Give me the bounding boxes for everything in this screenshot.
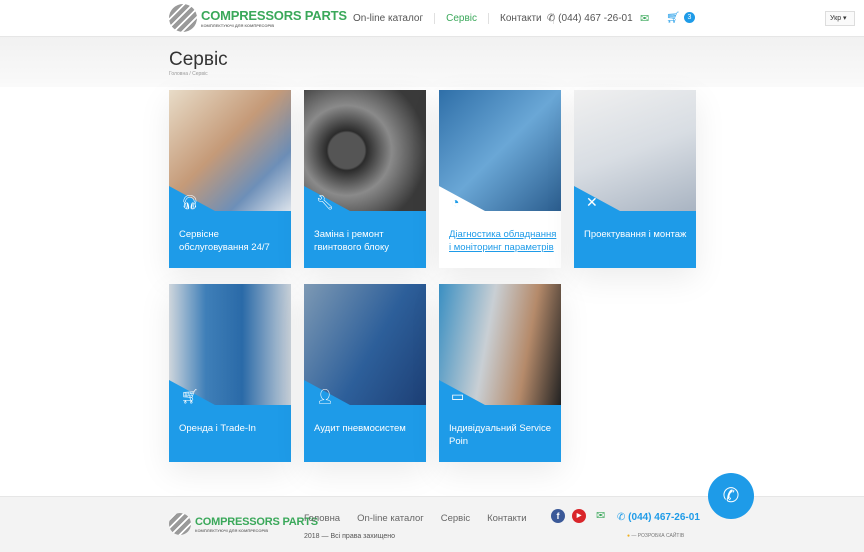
logo-icon [169,513,191,535]
cart-icon: 🛒︎ [181,388,199,404]
phone-icon: ✆ [722,485,740,507]
service-card[interactable]: 👤︎ Аудит пневмосистем [304,284,426,462]
youtube-icon[interactable]: ▶ [572,509,586,523]
nav-service[interactable]: Сервіс [435,13,490,24]
phone-number[interactable]: (044) 467 -26-01 [558,13,633,24]
developer-credit[interactable]: ● — РОЗРОБКА САЙТІВ [627,533,684,539]
logo-title: COMPRESSORS PARTS [201,8,347,23]
footer-nav-contacts[interactable]: Контакти [487,513,527,524]
footer-nav-service[interactable]: Сервіс [441,513,470,524]
logo[interactable]: COMPRESSORS PARTS КОМПЛЕКТУЮЧІ ДЛЯ КОМПР… [169,4,347,32]
mail-icon[interactable]: ✉ [640,12,649,25]
card-label[interactable]: Заміна і ремонт гвинтового блоку [314,228,422,254]
gauge-icon: ◔ [451,194,460,210]
tools-icon: ✕ [586,194,598,210]
logo-subtitle: КОМПЛЕКТУЮЧІ ДЛЯ КОМПРЕСОРІВ [195,527,269,533]
phone-icon: ✆ [617,512,629,523]
card-label[interactable]: Сервісне обслуговування 24/7 [179,228,287,254]
service-card[interactable]: ▭ Індивідуальний Service Poin [439,284,561,462]
footer-logo[interactable]: COMPRESSORS PARTS КОМПЛЕКТУЮЧІ ДЛЯ КОМПР… [169,513,318,535]
phone-number[interactable]: (044) 467-26-01 [628,512,700,523]
service-card[interactable]: 🔧︎ Заміна і ремонт гвинтового блоку [304,90,426,268]
service-card[interactable]: 🛒︎ Оренда і Trade-In [169,284,291,462]
cart-icon[interactable]: 🛒︎ [666,11,680,24]
monitor-icon: ▭ [451,388,465,404]
service-card[interactable]: ◔ Діагностика обладнання і моніторинг па… [439,90,561,268]
card-label[interactable]: Індивідуальний Service Poin [449,422,557,448]
logo-subtitle: КОМПЛЕКТУЮЧІ ДЛЯ КОМПРЕСОРІВ [201,23,275,28]
headset-icon: 🎧︎ [181,194,199,210]
developer-logo-icon: ● [627,533,631,539]
title-bar: Сервіс Головна / Сервіс [0,37,864,87]
logo-title: COMPRESSORS PARTS [195,515,318,528]
footer-nav-catalog[interactable]: On-line каталог [357,513,424,524]
engineer-icon: 👤︎ [316,388,334,404]
service-card[interactable]: 🎧︎ Сервісне обслуговування 24/7 [169,90,291,268]
wrench-icon: 🔧︎ [316,194,334,210]
service-card[interactable]: ✕ Проектування і монтаж [574,90,696,268]
card-label[interactable]: Проектування і монтаж [584,228,692,241]
nav-catalog[interactable]: On-line каталог [353,13,436,24]
footer-phone[interactable]: ✆ (044) 467-26-01 [617,512,700,523]
header-phone[interactable]: ✆ (044) 467 -26-01 [547,13,633,24]
language-select[interactable]: Укр ▾ [825,11,855,26]
footer-nav-home[interactable]: Головна [304,513,340,524]
nav-contacts[interactable]: Контакти [489,13,554,24]
page-title: Сервіс [169,49,228,70]
header: COMPRESSORS PARTS КОМПЛЕКТУЮЧІ ДЛЯ КОМПР… [0,0,864,37]
cart-count-badge: 3 [684,12,695,23]
footer-nav: Головна On-line каталог Сервіс Контакти [304,513,527,524]
phone-icon: ✆ [547,13,559,24]
logo-icon [169,4,197,32]
copyright: 2018 — Всі права захищено [304,533,396,540]
facebook-icon[interactable]: f [551,509,565,523]
card-label[interactable]: Аудит пневмосистем [314,422,422,435]
card-label[interactable]: Оренда і Trade-In [179,422,287,435]
breadcrumb[interactable]: Головна / Сервіс [169,71,208,77]
main-nav: On-line каталог Сервіс Контакти [353,13,554,24]
mail-icon[interactable]: ✉ [596,509,605,522]
developer-text: — РОЗРОБКА САЙТІВ [631,533,685,539]
card-label[interactable]: Діагностика обладнання і моніторинг пара… [449,228,557,254]
call-button[interactable]: ✆ [708,473,754,519]
